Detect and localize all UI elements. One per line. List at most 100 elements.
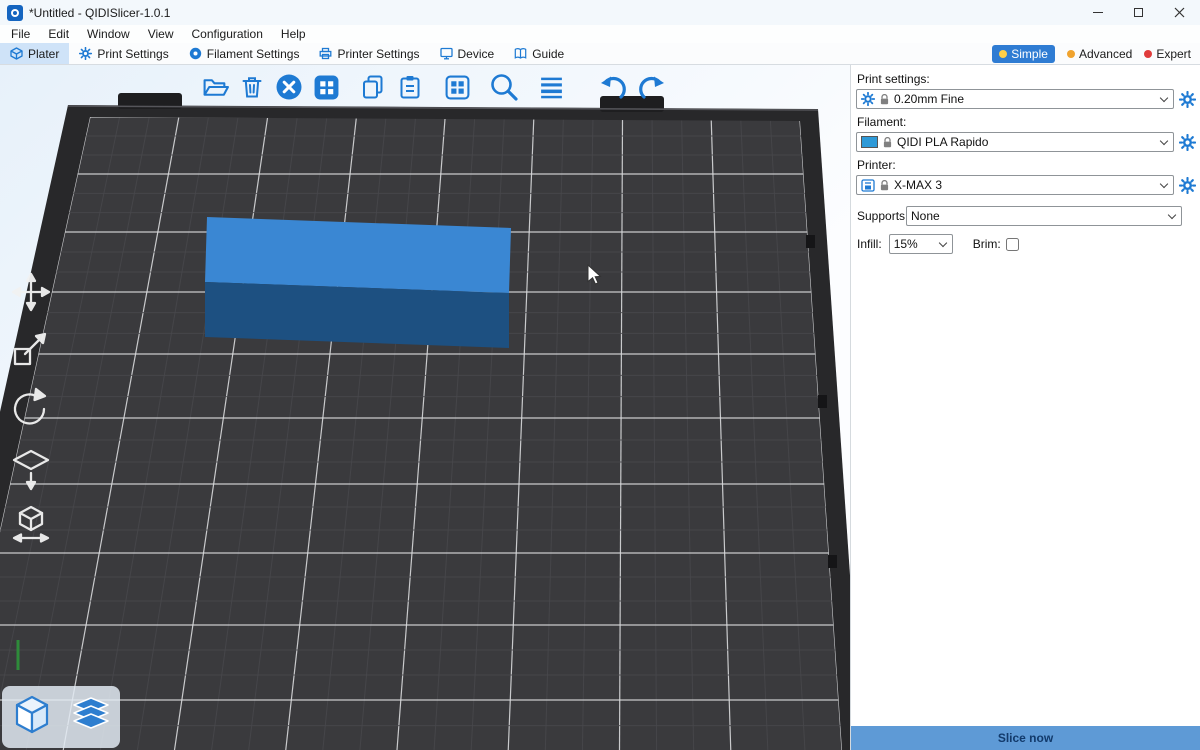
brim-checkbox[interactable]: [1006, 238, 1019, 251]
redo-icon: [636, 72, 666, 102]
menu-window[interactable]: Window: [78, 27, 139, 41]
filament-spool-icon: [189, 47, 202, 60]
filament-value: QIDI PLA Rapido: [897, 135, 988, 149]
preview-layers-icon: [68, 692, 114, 738]
view-preview-button[interactable]: [68, 692, 114, 743]
tab-device[interactable]: Device: [430, 43, 505, 64]
minimize-icon: [1093, 12, 1103, 13]
chevron-down-icon: [1168, 210, 1176, 218]
delete-button[interactable]: [237, 69, 267, 105]
supports-select[interactable]: None: [906, 206, 1182, 226]
brim-label: Brim:: [973, 237, 1001, 251]
viewport-3d[interactable]: [0, 65, 850, 750]
tab-filament-settings[interactable]: Filament Settings: [179, 43, 310, 64]
guide-book-icon: [514, 47, 527, 60]
filament-color-swatch: [861, 136, 878, 148]
title-bar: *Untitled - QIDISlicer-1.0.1: [0, 0, 1200, 25]
copy-button[interactable]: [358, 69, 388, 105]
device-monitor-icon: [440, 47, 453, 60]
mode-advanced[interactable]: Advanced: [1067, 47, 1132, 61]
arrange-icon: [313, 74, 340, 101]
filament-gear-button[interactable]: [1179, 134, 1196, 151]
search-button[interactable]: [489, 69, 519, 105]
tab-label: Device: [458, 47, 495, 61]
supports-label: Supports:: [857, 209, 906, 223]
tab-label: Print Settings: [97, 47, 168, 61]
tab-bar: Plater Print Settings Filament Settings …: [0, 43, 1200, 65]
tab-printer-settings[interactable]: Printer Settings: [309, 43, 429, 64]
print-settings-value: 0.20mm Fine: [894, 92, 964, 106]
menu-configuration[interactable]: Configuration: [183, 27, 272, 41]
maximize-button[interactable]: [1118, 0, 1159, 25]
infill-value: 15%: [894, 237, 918, 251]
tab-print-settings[interactable]: Print Settings: [69, 43, 178, 64]
app-logo-icon: [7, 5, 23, 21]
print-settings-label: Print settings:: [857, 72, 1200, 86]
print-settings-gear-button[interactable]: [1179, 91, 1196, 108]
copy-icon: [360, 74, 386, 100]
printer-value: X-MAX 3: [894, 178, 942, 192]
split-objects-icon: [444, 74, 471, 101]
paste-button[interactable]: [395, 69, 425, 105]
filament-label: Filament:: [857, 115, 1200, 129]
split-objects-button[interactable]: [442, 69, 472, 105]
menu-help[interactable]: Help: [272, 27, 315, 41]
tab-label: Filament Settings: [207, 47, 300, 61]
close-button[interactable]: [1159, 0, 1200, 25]
infill-label: Infill:: [857, 237, 882, 251]
tab-label: Plater: [28, 47, 59, 61]
mode-simple[interactable]: Simple: [992, 45, 1055, 63]
variable-layer-height-button[interactable]: [536, 69, 566, 105]
maximize-icon: [1134, 8, 1143, 17]
mode-expert[interactable]: Expert: [1144, 47, 1191, 61]
close-icon: [1174, 7, 1185, 18]
undo-button[interactable]: [599, 69, 629, 105]
advanced-mode-dot-icon: [1067, 50, 1075, 58]
chevron-down-icon: [1160, 179, 1168, 187]
lock-icon: [880, 94, 889, 105]
scene-svg: [0, 65, 850, 750]
model-box-front-face[interactable]: [205, 282, 509, 348]
search-icon: [489, 72, 519, 102]
view-toggle-panel: [2, 686, 120, 748]
paste-icon: [397, 74, 423, 100]
open-file-button[interactable]: [200, 69, 230, 105]
menu-view[interactable]: View: [139, 27, 183, 41]
arrange-button[interactable]: [311, 69, 341, 105]
menu-edit[interactable]: Edit: [39, 27, 78, 41]
layer-height-icon: [538, 74, 565, 101]
tab-guide[interactable]: Guide: [504, 43, 574, 64]
tab-label: Printer Settings: [337, 47, 419, 61]
redo-button[interactable]: [636, 69, 666, 105]
minimize-button[interactable]: [1077, 0, 1118, 25]
tab-plater[interactable]: Plater: [0, 43, 69, 64]
gear-icon: [79, 47, 92, 60]
delete-all-button[interactable]: [274, 69, 304, 105]
print-settings-select[interactable]: 0.20mm Fine: [856, 89, 1174, 109]
infill-select[interactable]: 15%: [889, 234, 953, 254]
open-folder-icon: [202, 74, 229, 101]
model-box-top-face[interactable]: [205, 217, 511, 293]
model-box[interactable]: [205, 217, 511, 348]
slice-now-button[interactable]: Slice now: [851, 726, 1200, 750]
tab-label: Guide: [532, 47, 564, 61]
delete-all-icon: [275, 73, 303, 101]
right-sidebar: Print settings: 0.20mm Fine Filament: QI…: [850, 65, 1200, 750]
menu-file[interactable]: File: [2, 27, 39, 41]
lock-icon: [883, 137, 892, 148]
chevron-down-icon: [1160, 136, 1168, 144]
filament-select[interactable]: QIDI PLA Rapido: [856, 132, 1174, 152]
mode-switcher: Simple Advanced Expert: [992, 43, 1200, 64]
printer-icon: [861, 179, 875, 192]
window-title: *Untitled - QIDISlicer-1.0.1: [29, 6, 170, 20]
lock-icon: [880, 180, 889, 191]
supports-value: None: [911, 209, 940, 223]
printer-icon: [319, 47, 332, 60]
trash-icon: [239, 74, 265, 100]
chevron-down-icon: [1160, 93, 1168, 101]
qidislicer-window: *Untitled - QIDISlicer-1.0.1 File Edit W…: [0, 0, 1200, 750]
view-3d-button[interactable]: [9, 692, 55, 743]
printer-select[interactable]: X-MAX 3: [856, 175, 1174, 195]
printer-gear-button[interactable]: [1179, 177, 1196, 194]
plater-toolbar: [200, 69, 673, 105]
